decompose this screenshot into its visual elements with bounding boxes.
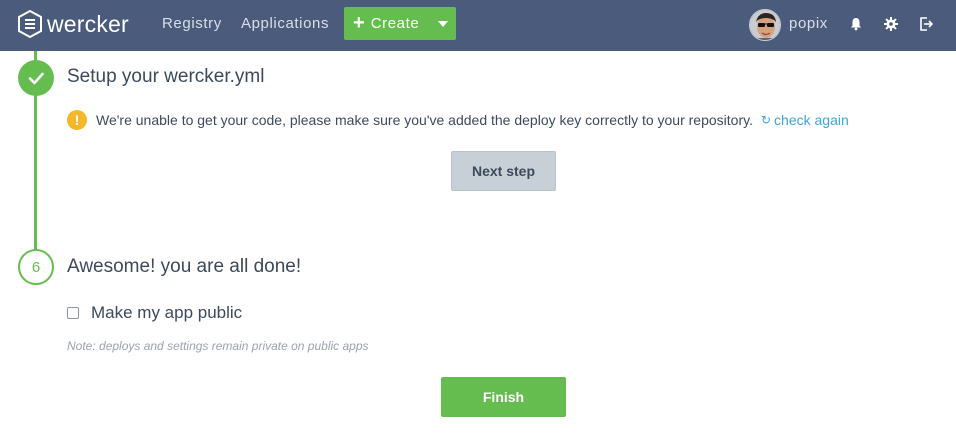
step-title-done: Awesome! you are all done! (67, 256, 302, 277)
wercker-logo[interactable]: wercker (18, 8, 129, 40)
warning-text: We're unable to get your code, please ma… (96, 112, 753, 128)
step-completed-badge (18, 60, 54, 96)
create-label: Create (370, 15, 420, 32)
nav-link-applications[interactable]: Applications (241, 15, 329, 32)
nav-link-registry[interactable]: Registry (162, 15, 222, 32)
step-title-setup-yml: Setup your wercker.yml (67, 66, 265, 87)
gear-icon[interactable] (883, 16, 899, 32)
public-apps-note: Note: deploys and settings remain privat… (67, 339, 369, 353)
warning-icon: ! (67, 110, 87, 130)
username[interactable]: popix (789, 15, 828, 32)
check-again-link[interactable]: ↻ check again (761, 112, 849, 128)
check-again-label: check again (774, 112, 849, 128)
make-public-option[interactable]: Make my app public (67, 302, 242, 324)
finish-button[interactable]: Finish (441, 377, 566, 417)
logo-text: wercker (47, 10, 129, 37)
create-button[interactable]: + Create (344, 7, 456, 40)
wercker-logo-icon (18, 10, 42, 38)
avatar-image (750, 10, 780, 40)
make-public-checkbox[interactable] (67, 307, 79, 319)
logout-icon[interactable] (918, 16, 934, 32)
checkmark-icon (28, 72, 44, 85)
next-step-button[interactable]: Next step (451, 151, 556, 191)
avatar[interactable] (749, 9, 781, 41)
refresh-icon: ↻ (760, 113, 772, 127)
plus-icon: + (353, 11, 365, 34)
warning-message: ! We're unable to get your code, please … (67, 109, 849, 131)
chevron-down-icon[interactable] (438, 21, 448, 27)
step-number-badge: 6 (18, 249, 54, 285)
bell-icon[interactable] (848, 16, 864, 32)
step-connector-line (34, 95, 37, 250)
make-public-label[interactable]: Make my app public (91, 303, 242, 323)
top-navigation-bar: wercker Registry Applications + Create p… (0, 0, 956, 51)
